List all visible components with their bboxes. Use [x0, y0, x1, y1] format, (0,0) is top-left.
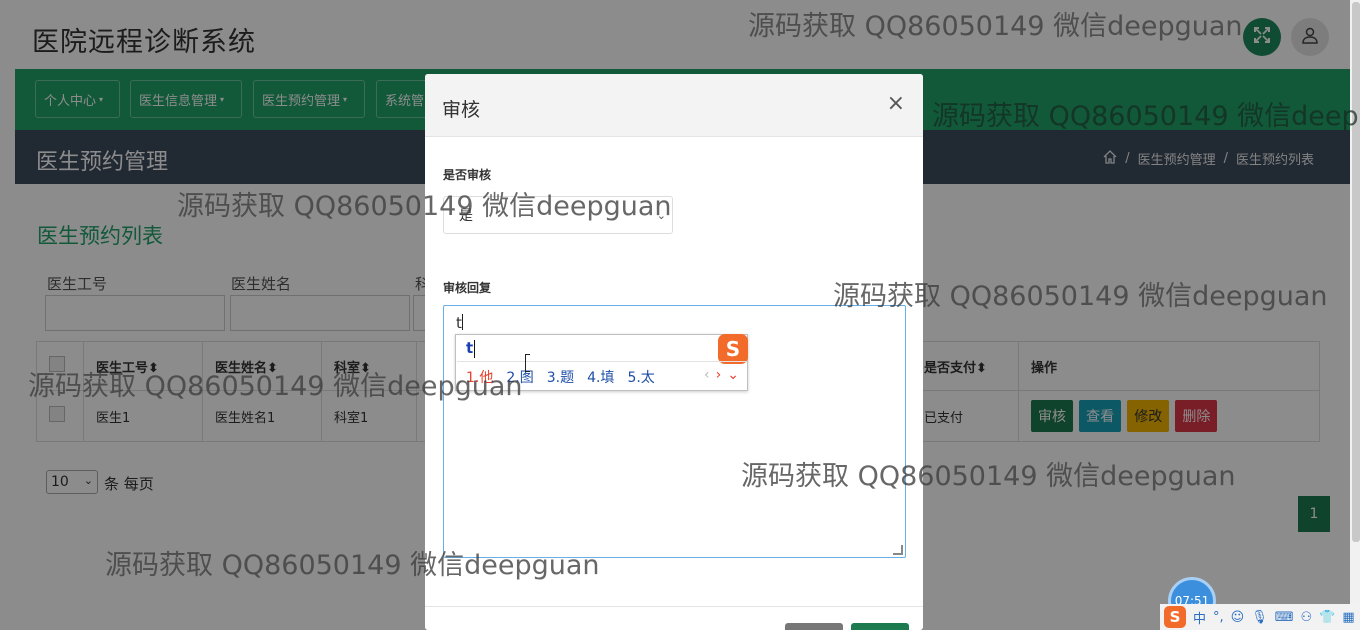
- scrollbar-thumb[interactable]: [1352, 2, 1360, 542]
- submit-button[interactable]: [851, 623, 909, 630]
- user-icon[interactable]: ⚇: [1301, 610, 1313, 625]
- reply-label: 审核回复: [443, 281, 492, 295]
- keyboard-icon[interactable]: ⌨: [1275, 610, 1294, 625]
- cancel-button[interactable]: [785, 623, 843, 630]
- text-cursor-icon: [525, 354, 530, 372]
- ime-candidate[interactable]: 5.太: [627, 367, 654, 387]
- resize-handle[interactable]: [893, 545, 903, 555]
- sogou-icon[interactable]: S: [1164, 606, 1186, 628]
- microphone-icon[interactable]: 🎙: [1251, 610, 1268, 625]
- watermark: 源码获取 QQ86050149 微信deepguan: [932, 101, 1360, 132]
- sogou-logo-icon: S: [718, 334, 748, 364]
- skin-icon[interactable]: 👕: [1319, 610, 1335, 625]
- next-page-icon[interactable]: ›: [716, 367, 722, 383]
- approve-label: 是否审核: [443, 168, 492, 182]
- ime-toolbar: S 中 °, ☺ 🎙 ⌨ ⚇ 👕 ▦: [1160, 604, 1360, 630]
- dialog-header: 审核 ×: [425, 74, 923, 137]
- dialog-title: 审核: [442, 99, 481, 121]
- watermark: 源码获取 QQ86050149 微信deepguan: [177, 191, 672, 222]
- watermark: 源码获取 QQ86050149 微信deepguan: [741, 461, 1236, 492]
- page: 医院远程诊断系统 个人中心 ▾ 医生信息管理 ▾ 医生预约管理 ▾ 系统管 医生预约管…: [0, 0, 1360, 630]
- watermark: 源码获取 QQ86050149 微信deepguan: [28, 371, 523, 402]
- prev-page-icon[interactable]: ‹: [704, 367, 710, 383]
- chevron-down-icon[interactable]: ⌄: [727, 367, 739, 383]
- emoji-icon[interactable]: ☺: [1231, 610, 1245, 625]
- language-toggle[interactable]: 中: [1193, 608, 1206, 627]
- watermark: 源码获取 QQ86050149 微信deepguan: [105, 550, 600, 581]
- dialog-footer: [425, 606, 923, 630]
- close-icon[interactable]: ×: [887, 91, 905, 116]
- ime-candidate[interactable]: 4.填: [587, 367, 614, 387]
- ime-composition: t: [466, 339, 474, 357]
- grid-icon[interactable]: ▦: [1342, 610, 1354, 625]
- ime-candidate[interactable]: 3.题: [547, 367, 574, 387]
- watermark: 源码获取 QQ86050149 微信deepguan: [748, 11, 1243, 42]
- watermark: 源码获取 QQ86050149 微信deepguan: [833, 281, 1328, 312]
- punctuation-icon[interactable]: °,: [1213, 610, 1224, 625]
